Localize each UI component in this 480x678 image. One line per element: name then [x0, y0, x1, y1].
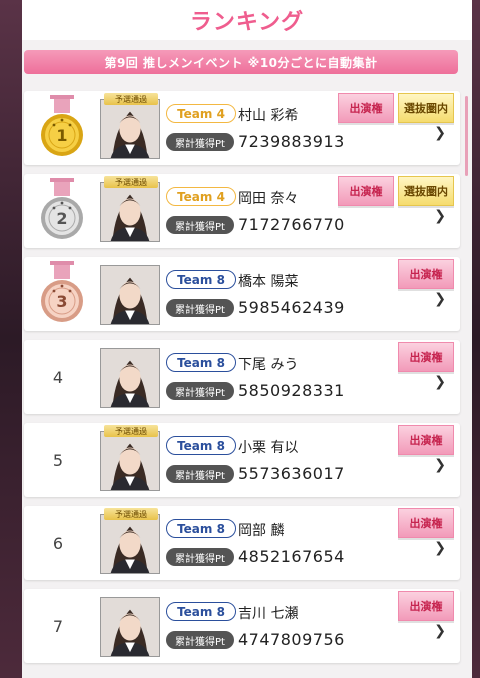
ranking-row[interactable]: 4 Team 8 下尾 みう 累計獲得Pt 5850928331 出演権 ❯: [24, 340, 460, 414]
scrollbar[interactable]: [465, 96, 468, 176]
points-value: 5573636017: [238, 464, 345, 483]
ranking-row[interactable]: 5 予選通過 Team 8 小栗 有以 累計獲得Pt 5573636017 出演権 ❯: [24, 423, 460, 497]
qualifier-badge: 予選通過: [104, 425, 158, 437]
member-name: 小栗 有以: [238, 440, 299, 456]
points-label: 累計獲得Pt: [166, 299, 234, 317]
rank-number: 5: [52, 450, 64, 470]
rank-area: 2: [24, 174, 98, 248]
member-photo: [100, 265, 160, 325]
chevron-right-icon[interactable]: ❯: [434, 457, 446, 473]
rank-area: 5: [24, 423, 98, 497]
member-photo: [100, 348, 160, 408]
points-label: 累計獲得Pt: [166, 382, 234, 400]
member-name: 岡部 麟: [238, 523, 285, 539]
team-badge: Team 4: [166, 104, 236, 123]
points-label: 累計獲得Pt: [166, 216, 234, 234]
team-badge: Team 8: [166, 602, 236, 621]
points-value: 5985462439: [238, 298, 345, 317]
appearance-badge: 出演権: [398, 259, 454, 289]
rank-area: 3: [24, 257, 98, 331]
member-photo: [100, 99, 160, 159]
member-photo: [100, 431, 160, 491]
appearance-badge: 出演権: [338, 176, 394, 206]
medal-rank: 2: [56, 209, 67, 228]
selection-badge: 選抜圏内: [398, 93, 454, 123]
rank-area: 7: [24, 589, 98, 663]
ranking-row[interactable]: 7 Team 8 吉川 七瀬 累計獲得Pt 4747809756 出演権 ❯: [24, 589, 460, 663]
medal-icon: 2: [41, 178, 83, 239]
points-value: 7239883913: [238, 132, 345, 151]
member-photo: [100, 182, 160, 242]
team-badge: Team 4: [166, 187, 236, 206]
member-photo: [100, 597, 160, 657]
medal-icon: 3: [41, 261, 83, 322]
ranking-row[interactable]: 2 予選通過 Team 4 岡田 奈々 累計獲得Pt 7172766770 出演権 選抜圏内 ❯: [24, 174, 460, 248]
points-label: 累計獲得Pt: [166, 548, 234, 566]
appearance-badge: 出演権: [338, 93, 394, 123]
team-badge: Team 8: [166, 270, 236, 289]
qualifier-badge: 予選通過: [104, 176, 158, 188]
member-name: 橋本 陽菜: [238, 274, 299, 290]
qualifier-badge: 予選通過: [104, 93, 158, 105]
medal-rank: 1: [56, 126, 67, 145]
chevron-right-icon[interactable]: ❯: [434, 208, 446, 224]
points-label: 累計獲得Pt: [166, 631, 234, 649]
chevron-right-icon[interactable]: ❯: [434, 125, 446, 141]
rank-number: 6: [52, 533, 64, 553]
member-name: 村山 彩希: [238, 108, 299, 124]
points-value: 7172766770: [238, 215, 345, 234]
qualifier-badge: 予選通過: [104, 508, 158, 520]
rank-number: 7: [52, 616, 64, 636]
medal-icon: 1: [41, 95, 83, 156]
appearance-badge: 出演権: [398, 508, 454, 538]
selection-badge: 選抜圏内: [398, 176, 454, 206]
points-value: 5850928331: [238, 381, 345, 400]
points-label: 累計獲得Pt: [166, 133, 234, 151]
chevron-right-icon[interactable]: ❯: [434, 291, 446, 307]
member-name: 岡田 奈々: [238, 191, 299, 207]
ranking-panel: ランキング 第9回 推しメンイベント ※10分ごとに自動集計 1 予選通過 Team…: [22, 0, 472, 678]
member-name: 吉川 七瀬: [238, 606, 299, 622]
appearance-badge: 出演権: [398, 591, 454, 621]
member-name: 下尾 みう: [238, 357, 299, 373]
points-label: 累計獲得Pt: [166, 465, 234, 483]
appearance-badge: 出演権: [398, 342, 454, 372]
rank-area: 1: [24, 91, 98, 165]
chevron-right-icon[interactable]: ❯: [434, 540, 446, 556]
team-badge: Team 8: [166, 436, 236, 455]
ranking-row[interactable]: 3 Team 8 橋本 陽菜 累計獲得Pt 5985462439 出演権 ❯: [24, 257, 460, 331]
member-photo: [100, 514, 160, 574]
background-left: [0, 0, 22, 678]
rank-area: 4: [24, 340, 98, 414]
points-value: 4747809756: [238, 630, 345, 649]
page-title: ランキング: [189, 10, 305, 35]
event-banner: 第9回 推しメンイベント ※10分ごとに自動集計: [24, 50, 458, 74]
points-value: 4852167654: [238, 547, 345, 566]
ranking-row[interactable]: 6 予選通過 Team 8 岡部 麟累計獲得Pt 4852167654 出演権 ❯: [24, 506, 460, 580]
rank-area: 6: [24, 506, 98, 580]
team-badge: Team 8: [166, 353, 236, 372]
chevron-right-icon[interactable]: ❯: [434, 623, 446, 639]
header: ランキング: [22, 0, 472, 40]
chevron-right-icon[interactable]: ❯: [434, 374, 446, 390]
rank-number: 4: [52, 367, 64, 387]
appearance-badge: 出演権: [398, 425, 454, 455]
team-badge: Team 8: [166, 519, 236, 538]
medal-rank: 3: [56, 292, 67, 311]
ranking-row[interactable]: 1 予選通過 Team 4 村山 彩希 累計獲得Pt 7239883913 出演権 選抜圏内 ❯: [24, 91, 460, 165]
